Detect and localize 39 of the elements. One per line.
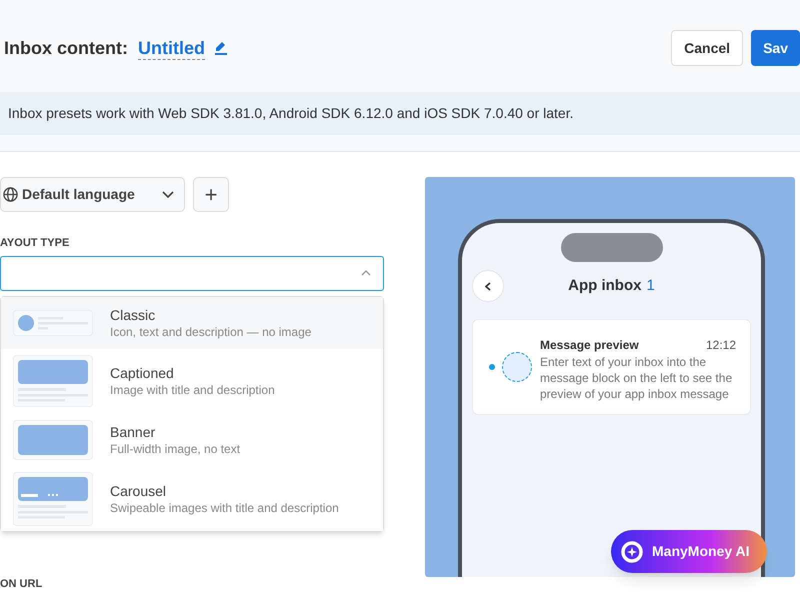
layout-option[interactable]: Captioned Image with title and description bbox=[1, 348, 383, 412]
inbox-title: App inbox bbox=[568, 276, 642, 296]
language-select[interactable]: Default language bbox=[0, 177, 185, 212]
pencil-icon[interactable] bbox=[215, 41, 227, 55]
field-label: ON URL bbox=[0, 576, 44, 592]
option-description: Image with title and description bbox=[110, 382, 275, 398]
chevron-down-icon bbox=[162, 190, 174, 198]
option-description: Full-width image, no text bbox=[110, 440, 240, 456]
sparkle-icon bbox=[620, 540, 644, 564]
save-button[interactable]: Sav bbox=[751, 30, 800, 66]
layout-thumbnail-icon bbox=[13, 354, 93, 406]
layout-thumbnail-icon bbox=[13, 310, 93, 336]
avatar-placeholder bbox=[502, 352, 532, 382]
field-label: AYOUT TYPE bbox=[0, 236, 70, 251]
page-title: Inbox content: bbox=[4, 36, 128, 60]
layout-option[interactable]: Banner Full-width image, no text bbox=[1, 412, 383, 466]
chevron-left-icon bbox=[485, 282, 491, 290]
layout-thumbnail-icon bbox=[13, 420, 93, 460]
content-name[interactable]: Untitled bbox=[138, 36, 205, 60]
chevron-up-icon bbox=[361, 270, 371, 276]
message-title: Message preview bbox=[540, 337, 639, 354]
unread-count: 1 bbox=[646, 276, 655, 296]
cancel-button[interactable]: Cancel bbox=[671, 30, 744, 66]
layout-thumbnail-icon bbox=[13, 472, 93, 526]
layout-option[interactable]: Classic Icon, text and description — no image bbox=[1, 296, 383, 348]
assistant-button[interactable]: ManyMoney AI bbox=[611, 530, 767, 573]
notice-banner: Inbox presets work with Web SDK 3.81.0, Android SDK 6.12.0 and iOS SDK 7.0.40 or later. bbox=[0, 92, 800, 135]
layout-option[interactable]: Carousel Swipeable images with title and description bbox=[1, 466, 383, 530]
option-description: Swipeable images with title and description bbox=[110, 500, 339, 516]
message-text: Enter text of your inbox into the message block on the left to see the preview of your app inbox message bbox=[540, 354, 734, 402]
option-description: Icon, text and description — no image bbox=[110, 324, 312, 340]
globe-icon bbox=[3, 187, 18, 202]
option-title: Carousel bbox=[110, 482, 168, 500]
option-title: Banner bbox=[110, 422, 156, 440]
option-title: Captioned bbox=[110, 364, 175, 382]
add-button[interactable]: + bbox=[193, 177, 229, 212]
message-time: 12:12 bbox=[706, 337, 736, 354]
layout-type-select[interactable] bbox=[0, 256, 384, 290]
option-title: Classic bbox=[110, 306, 156, 324]
